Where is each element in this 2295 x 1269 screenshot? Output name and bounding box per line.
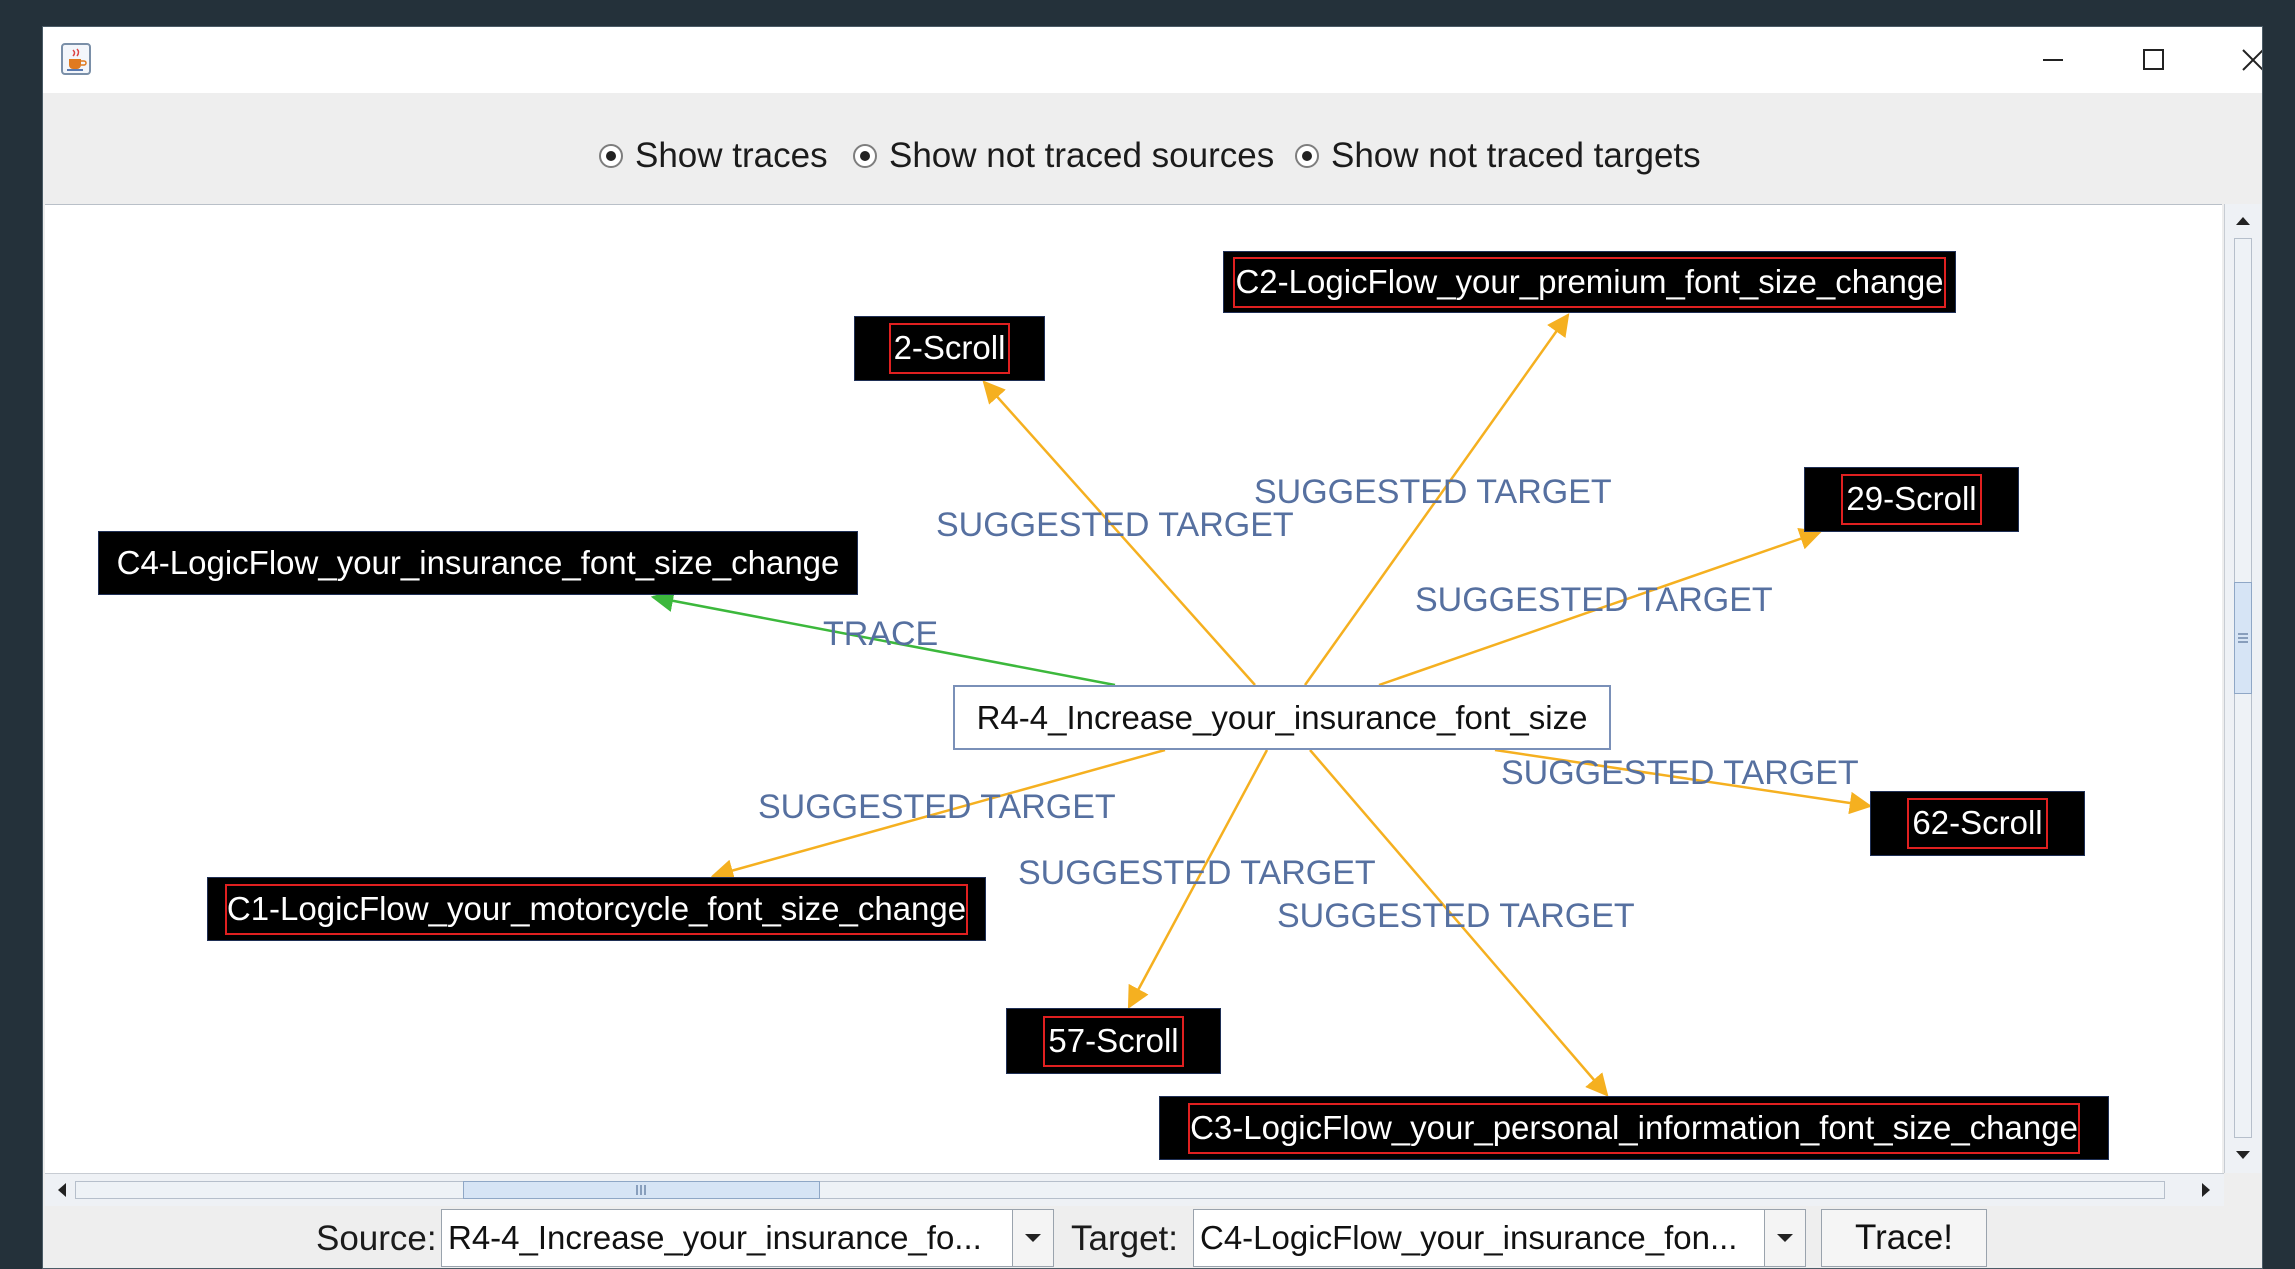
maximize-icon [2143,49,2164,70]
horizontal-scrollbar[interactable] [45,1173,2224,1206]
radio-selected-icon [1295,144,1319,168]
target-label: Target: [1071,1219,1178,1258]
source-value: R4-4_Increase_your_insurance_fo... [448,1219,982,1256]
graph-node[interactable]: 62-Scroll [1870,791,2085,856]
source-label: Source: [316,1219,437,1258]
minimize-button[interactable] [2003,27,2103,93]
options-bar: Show traces Show not traced sources Show… [43,93,2262,203]
close-icon [2242,49,2262,71]
vertical-scrollbar[interactable] [2224,204,2261,1173]
graph-node[interactable]: C3-LogicFlow_your_personal_information_f… [1159,1096,2109,1160]
source-combobox[interactable]: R4-4_Increase_your_insurance_fo... [441,1209,1054,1267]
horizontal-scroll-thumb[interactable] [463,1181,820,1199]
graph-node[interactable]: C2-LogicFlow_your_premium_font_size_chan… [1223,251,1956,313]
show-not-traced-sources-label: Show not traced sources [889,136,1275,175]
node-label: C4-LogicFlow_your_insurance_font_size_ch… [116,544,840,581]
graph-node[interactable]: C4-LogicFlow_your_insurance_font_size_ch… [98,531,858,595]
show-traces-label: Show traces [635,136,828,175]
vertical-scroll-thumb[interactable] [2234,582,2252,694]
show-traces-radio[interactable]: Show traces [599,136,828,176]
target-value: C4-LogicFlow_your_insurance_fon... [1200,1219,1738,1256]
center-node-label: R4-4_Increase_your_insurance_font_size [976,698,1588,736]
trace-button[interactable]: Trace! [1821,1209,1987,1267]
node-label: 29-Scroll [1841,474,1982,525]
radio-selected-icon [599,144,623,168]
scroll-down-icon[interactable] [2232,1144,2254,1166]
show-not-traced-targets-label: Show not traced targets [1331,136,1701,175]
horizontal-scroll-track[interactable] [75,1181,2165,1199]
close-button[interactable] [2203,27,2262,93]
show-not-traced-sources-radio[interactable]: Show not traced sources [853,136,1274,176]
source-dropdown-button[interactable] [1012,1210,1053,1266]
app-window: Show traces Show not traced sources Show… [42,26,2263,1269]
java-cup-icon[interactable] [61,43,91,75]
node-label: 57-Scroll [1043,1015,1184,1067]
grip-icon [2238,633,2248,643]
edge-label: SUGGESTED TARGET [1501,754,1859,792]
edge-label: SUGGESTED TARGET [1415,581,1773,619]
edge-label: SUGGESTED TARGET [1254,473,1612,511]
graph-node[interactable]: C1-LogicFlow_your_motorcycle_font_size_c… [207,877,986,941]
graph-node[interactable]: 29-Scroll [1804,467,2019,532]
radio-selected-icon [853,144,877,168]
title-bar [43,27,2262,93]
edge-label: SUGGESTED TARGET [1018,854,1376,892]
scroll-left-icon[interactable] [51,1179,73,1201]
maximize-button[interactable] [2103,27,2203,93]
target-combobox[interactable]: C4-LogicFlow_your_insurance_fon... [1193,1209,1806,1267]
show-not-traced-targets-radio[interactable]: Show not traced targets [1295,136,1701,176]
edge-label: SUGGESTED TARGET [936,506,1294,544]
graph-canvas[interactable]: C2-LogicFlow_your_premium_font_size_chan… [45,204,2222,1174]
chevron-down-icon [1777,1234,1793,1242]
edge-label: TRACE [823,615,939,653]
node-label: C2-LogicFlow_your_premium_font_size_chan… [1233,256,1946,308]
scroll-up-icon[interactable] [2232,210,2254,232]
node-label: C3-LogicFlow_your_personal_information_f… [1188,1102,2080,1154]
edge-label: SUGGESTED TARGET [1277,897,1635,935]
node-label: C1-LogicFlow_your_motorcycle_font_size_c… [224,883,969,935]
scroll-right-icon[interactable] [2195,1179,2217,1201]
node-label: 62-Scroll [1907,798,2048,849]
target-dropdown-button[interactable] [1764,1210,1805,1266]
graph-node[interactable]: 57-Scroll [1006,1008,1221,1074]
center-node[interactable]: R4-4_Increase_your_insurance_font_size [953,685,1611,750]
grip-icon [636,1185,646,1195]
edge-label: SUGGESTED TARGET [758,788,1116,826]
graph-node[interactable]: 2-Scroll [854,316,1045,381]
bottom-bar: Source: R4-4_Increase_your_insurance_fo.… [43,1207,2262,1268]
node-label: 2-Scroll [888,323,1011,374]
chevron-down-icon [1025,1234,1041,1242]
minimize-icon [2043,59,2063,61]
